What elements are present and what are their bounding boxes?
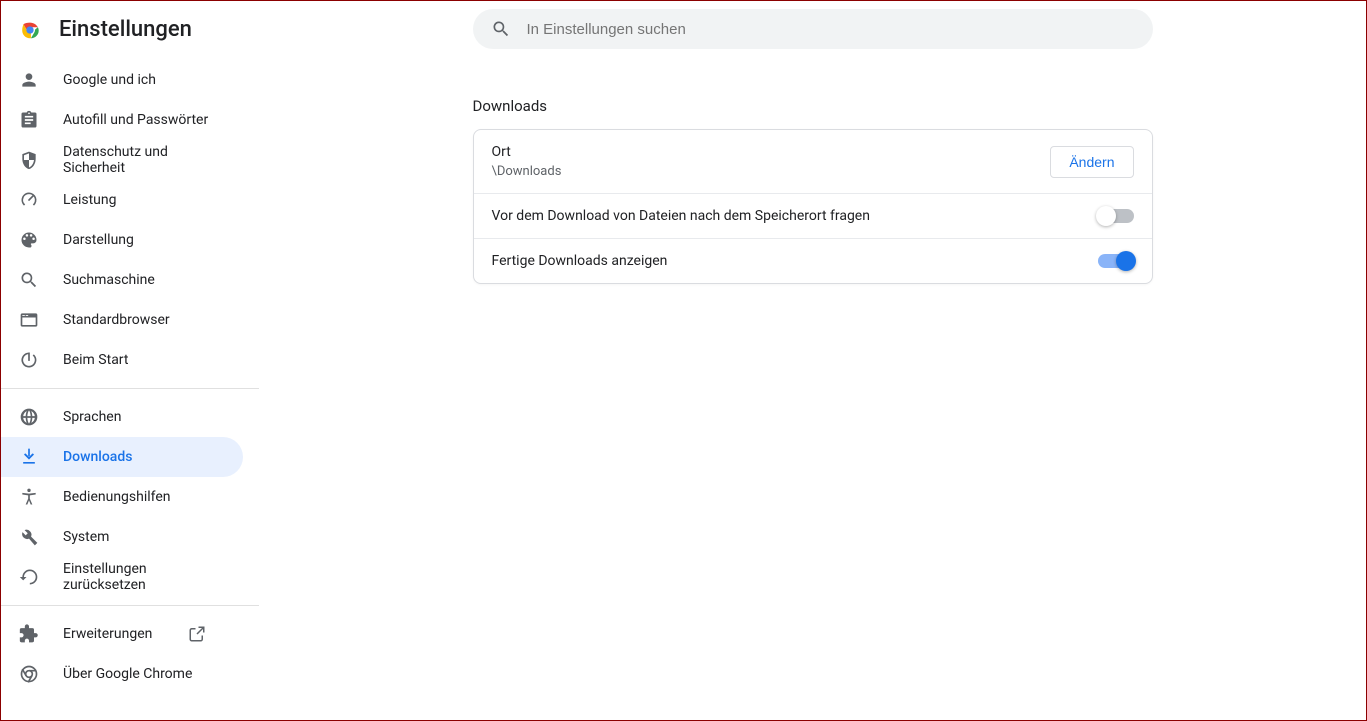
section-title: Downloads [473, 97, 1153, 115]
page-title: Einstellungen [59, 17, 192, 42]
person-icon [19, 70, 39, 90]
sidebar-item-extensions[interactable]: Erweiterungen [1, 614, 243, 654]
sidebar-item-label: Datenschutz und Sicherheit [63, 144, 225, 176]
main-content: Downloads Ort \Downloads Ändern Vor dem … [259, 1, 1366, 720]
download-icon [19, 447, 39, 467]
browser-icon [19, 310, 39, 330]
sidebar-item-downloads[interactable]: Downloads [1, 437, 243, 477]
sidebar-item-label: Standardbrowser [63, 312, 170, 328]
sidebar-item-languages[interactable]: Sprachen [1, 397, 243, 437]
sidebar-item-label: Suchmaschine [63, 272, 155, 288]
restore-icon [19, 567, 39, 587]
speedometer-icon [19, 190, 39, 210]
open-in-new-icon [188, 625, 206, 643]
row-download-location: Ort \Downloads Ändern [474, 130, 1152, 193]
search-icon [491, 19, 511, 39]
clipboard-icon [19, 110, 39, 130]
sidebar-item-label: Sprachen [63, 409, 121, 425]
sidebar-item-label: Erweiterungen [63, 626, 152, 642]
sidebar-item-label: Über Google Chrome [63, 666, 192, 682]
accessibility-icon [19, 487, 39, 507]
sidebar: Einstellungen Google und ich Autofill un… [1, 1, 259, 720]
nav-group-1: Google und ich Autofill und Passwörter D… [1, 60, 259, 380]
sidebar-item-label: Einstellungen zurücksetzen [63, 561, 225, 593]
sidebar-item-performance[interactable]: Leistung [1, 180, 243, 220]
sidebar-item-accessibility[interactable]: Bedienungshilfen [1, 477, 243, 517]
palette-icon [19, 230, 39, 250]
change-location-button[interactable]: Ändern [1050, 146, 1133, 178]
sidebar-item-search-engine[interactable]: Suchmaschine [1, 260, 243, 300]
sidebar-item-label: Darstellung [63, 232, 134, 248]
brand-header: Einstellungen [1, 13, 259, 60]
downloads-section: Downloads Ort \Downloads Ändern Vor dem … [473, 97, 1153, 284]
globe-icon [19, 407, 39, 427]
sidebar-item-about[interactable]: Über Google Chrome [1, 654, 243, 694]
location-label: Ort [492, 144, 562, 160]
sidebar-item-system[interactable]: System [1, 517, 243, 557]
location-path: \Downloads [492, 164, 562, 179]
sidebar-item-label: Autofill und Passwörter [63, 112, 208, 128]
search-icon [19, 270, 39, 290]
nav-divider [1, 388, 259, 389]
sidebar-item-google[interactable]: Google und ich [1, 60, 243, 100]
sidebar-item-label: Downloads [63, 449, 132, 465]
sidebar-item-label: Google und ich [63, 72, 156, 88]
wrench-icon [19, 527, 39, 547]
ask-before-toggle[interactable] [1098, 209, 1134, 223]
power-icon [19, 350, 39, 370]
chrome-logo-icon [19, 19, 41, 41]
sidebar-item-privacy[interactable]: Datenschutz und Sicherheit [1, 140, 243, 180]
sidebar-item-autofill[interactable]: Autofill und Passwörter [1, 100, 243, 140]
sidebar-item-reset[interactable]: Einstellungen zurücksetzen [1, 557, 243, 597]
shield-icon [19, 150, 39, 170]
row-show-finished: Fertige Downloads anzeigen [474, 238, 1152, 283]
nav-divider [1, 605, 259, 606]
settings-search[interactable] [473, 9, 1153, 49]
nav-group-2: Sprachen Downloads Bedienungshilfen Syst… [1, 397, 259, 597]
show-finished-label: Fertige Downloads anzeigen [492, 253, 668, 269]
chrome-outline-icon [19, 664, 39, 684]
sidebar-item-appearance[interactable]: Darstellung [1, 220, 243, 260]
sidebar-item-label: Leistung [63, 192, 116, 208]
extension-icon [19, 624, 39, 644]
row-ask-before-download: Vor dem Download von Dateien nach dem Sp… [474, 193, 1152, 238]
ask-before-label: Vor dem Download von Dateien nach dem Sp… [492, 208, 870, 224]
row-text: Ort \Downloads [492, 144, 562, 179]
sidebar-item-label: Bedienungshilfen [63, 489, 171, 505]
sidebar-item-label: System [63, 529, 109, 545]
downloads-card: Ort \Downloads Ändern Vor dem Download v… [473, 129, 1153, 284]
show-finished-toggle[interactable] [1098, 254, 1134, 268]
sidebar-item-default-browser[interactable]: Standardbrowser [1, 300, 243, 340]
sidebar-item-label: Beim Start [63, 352, 128, 368]
sidebar-item-on-startup[interactable]: Beim Start [1, 340, 243, 380]
nav-group-3: Erweiterungen Über Google Chrome [1, 614, 259, 694]
search-input[interactable] [527, 21, 1135, 38]
